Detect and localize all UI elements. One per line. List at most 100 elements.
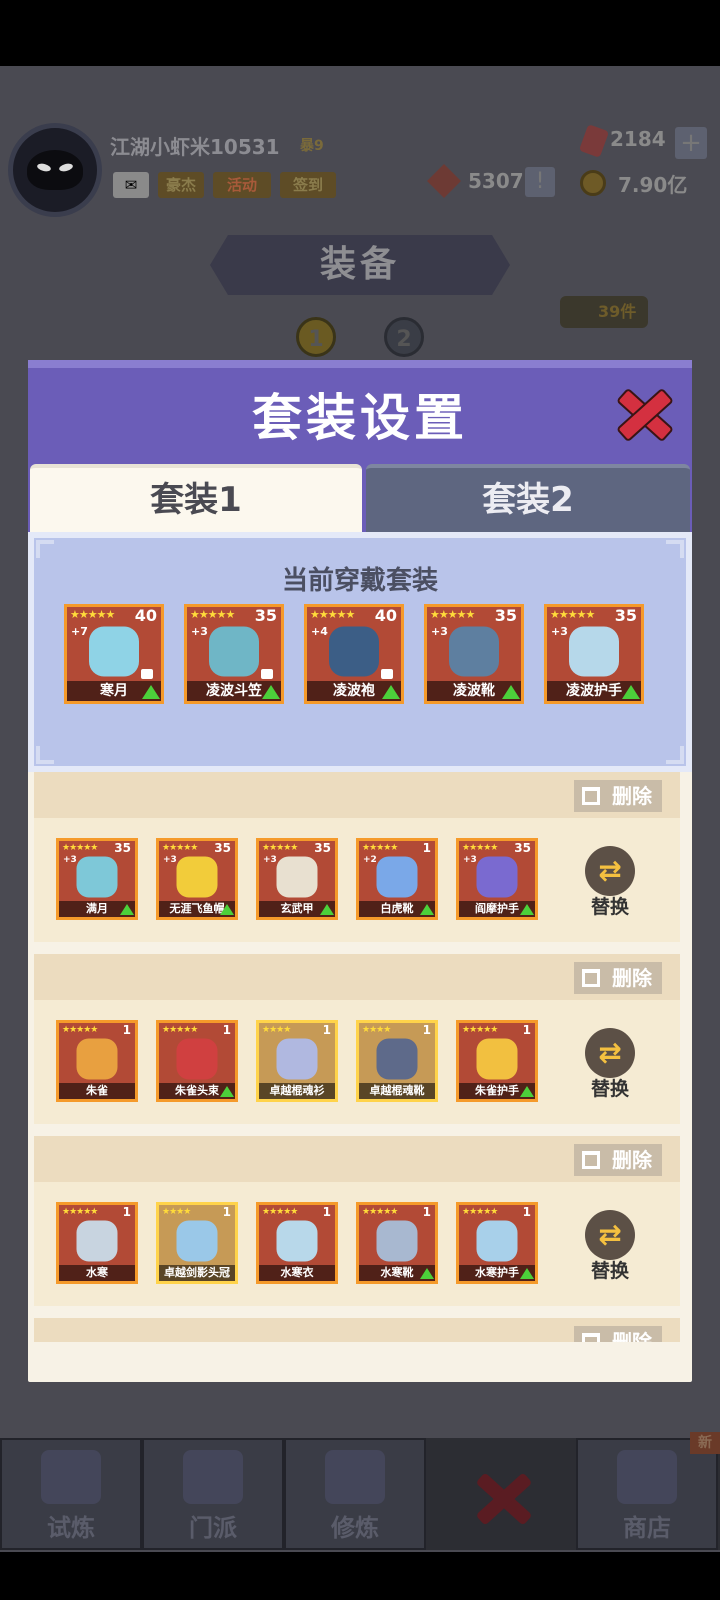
item-count-badge[interactable]: 39件 <box>560 296 648 328</box>
saved-set-row: 删除 <box>34 1318 680 1342</box>
equipment-slot[interactable]: ★★★★★ 40 +7 寒月 <box>64 604 164 704</box>
swap-arrows-icon: ⇄ <box>585 1028 635 1078</box>
current-set-panel: 当前穿戴套装 ★★★★★ 40 +7 寒月 ★★★★★ 35 +3 凌波斗笠 ★★★★★ 40 +4… <box>28 532 692 772</box>
add-gems-button[interactable]: + <box>675 127 707 159</box>
item-level: 1 <box>522 1205 531 1219</box>
item-name: 朱雀 <box>59 1083 135 1099</box>
player-avatar[interactable] <box>8 123 102 217</box>
modal-header: 套装设置 <box>28 360 692 460</box>
mail-button[interactable]: ✉ <box>113 172 149 198</box>
saved-set-header: 删除 <box>34 954 680 1000</box>
equipment-slot[interactable]: ★★★★★ 35 +3 玄武甲 <box>256 838 338 920</box>
player-name: 江湖小虾米10531 <box>110 135 280 159</box>
equipment-slot[interactable]: ★★★★★ 1 水寒靴 <box>356 1202 438 1284</box>
item-level: 1 <box>522 1023 531 1037</box>
hero-button[interactable]: 豪杰 <box>158 172 204 198</box>
equipment-icon <box>569 626 619 677</box>
lock-icon <box>141 669 153 679</box>
equipment-icon <box>476 1220 518 1262</box>
item-name: 水寒衣 <box>259 1265 335 1281</box>
nav-label: 修炼 <box>331 1514 379 1542</box>
item-level: 35 <box>254 606 277 625</box>
set-page-2-button[interactable]: 2 <box>384 317 424 357</box>
trash-icon <box>582 969 600 987</box>
delete-label: 删除 <box>612 1330 652 1342</box>
equipment-slot[interactable]: ★★★★★ 35 +3 凌波护手 <box>544 604 644 704</box>
gold-count: 7.90亿 <box>618 173 688 197</box>
swap-arrows-icon: ⇄ <box>585 846 635 896</box>
swap-button[interactable]: ⇄ 替换 <box>582 1210 638 1290</box>
set-page-1-button[interactable]: 1 <box>296 317 336 357</box>
nav-close-icon[interactable] <box>472 1466 536 1530</box>
nav-sect[interactable]: 门派 <box>142 1438 284 1550</box>
equipment-icon <box>76 856 118 898</box>
equipment-slot[interactable]: ★★★★★ 1 朱雀护手 <box>456 1020 538 1102</box>
swap-button[interactable]: ⇄ 替换 <box>582 846 638 926</box>
envelope-icon: ✉ <box>124 176 138 194</box>
equipment-icon <box>376 1220 418 1262</box>
star-rating: ★★★★★ <box>362 1207 398 1217</box>
saved-set-row: 删除 ★★★★★ 35 +3 满月 ★★★★★ 35 +3 无涯飞鱼帽 ★★★★★ 35 +3 玄武甲 ★… <box>34 772 680 942</box>
delete-button[interactable]: 删除 <box>574 780 662 812</box>
equipment-slot[interactable]: ★★★★ 1 卓越棍魂衫 <box>256 1020 338 1102</box>
equipment-icon <box>376 856 418 898</box>
star-rating: ★★★★★ <box>550 608 595 621</box>
star-rating: ★★★★★ <box>62 843 98 853</box>
set-config-modal: 套装设置 套装1 套装2 当前穿戴套装 ★★★★★ 40 +7 寒月 ★★★★★ 35 +3… <box>28 360 692 1382</box>
equipment-slot[interactable]: ★★★★ 1 卓越剑影头冠 <box>156 1202 238 1284</box>
nav-shop[interactable]: 商店 <box>576 1438 718 1550</box>
star-rating: ★★★★ <box>362 1025 391 1035</box>
nav-cultivate[interactable]: 修炼 <box>284 1438 426 1550</box>
saved-set-row: 删除 ★★★★★ 1 朱雀 ★★★★★ 1 朱雀头束 ★★★★ 1 卓越棍魂衫 ★★★★ 1 卓越棍魂靴… <box>34 954 680 1124</box>
star-rating: ★★★★★ <box>462 843 498 853</box>
status-bar <box>0 0 720 66</box>
star-rating: ★★★★★ <box>190 608 235 621</box>
delete-button[interactable]: 删除 <box>574 1326 662 1342</box>
equipment-slot[interactable]: ★★★★ 1 卓越棍魂靴 <box>356 1020 438 1102</box>
saved-sets-list[interactable]: 删除 ★★★★★ 35 +3 满月 ★★★★★ 35 +3 无涯飞鱼帽 ★★★★★ 35 +3 玄武甲 ★… <box>34 772 686 1342</box>
delete-button[interactable]: 删除 <box>574 962 662 994</box>
delete-button[interactable]: 删除 <box>574 1144 662 1176</box>
upgrade-arrow-icon <box>420 904 434 915</box>
close-icon[interactable] <box>610 382 674 442</box>
equipment-slot[interactable]: ★★★★★ 35 +3 凌波斗笠 <box>184 604 284 704</box>
equipment-slot[interactable]: ★★★★★ 1 水寒 <box>56 1202 138 1284</box>
equipment-icon <box>329 626 379 677</box>
equipment-slot[interactable]: ★★★★★ 1 水寒衣 <box>256 1202 338 1284</box>
upgrade-arrow-icon <box>220 904 234 915</box>
current-set-title: 当前穿戴套装 <box>281 566 438 596</box>
enhance-level: +2 <box>363 855 377 865</box>
equipment-slot[interactable]: ★★★★★ 1 朱雀头束 <box>156 1020 238 1102</box>
equipment-slot[interactable]: ★★★★★ 1 朱雀 <box>56 1020 138 1102</box>
ninja-icon <box>41 1450 101 1504</box>
equipment-slot[interactable]: ★★★★★ 35 +3 无涯飞鱼帽 <box>156 838 238 920</box>
activity-button[interactable]: 活动 <box>213 172 271 198</box>
equipment-slot[interactable]: ★★★★★ 1 水寒护手 <box>456 1202 538 1284</box>
tab-set-1[interactable]: 套装1 <box>30 464 362 532</box>
equipment-icon <box>476 856 518 898</box>
vip-level: 暴9 <box>300 138 324 154</box>
token-info-button[interactable]: ! <box>525 167 555 197</box>
equipment-slot[interactable]: ★★★★★ 35 +3 满月 <box>56 838 138 920</box>
equipment-slot[interactable]: ★★★★★ 35 +3 阎摩护手 <box>456 838 538 920</box>
upgrade-arrow-icon <box>520 904 534 915</box>
equipment-icon <box>449 626 499 677</box>
player-hud: 江湖小虾米10531 暴9 ✉ 豪杰 活动 签到 2184 + 5307 ! 7… <box>0 115 720 217</box>
nav-trial[interactable]: 试炼 <box>0 1438 142 1550</box>
enhance-level: +3 <box>163 855 177 865</box>
equipment-slot[interactable]: ★★★★★ 1 +2 白虎靴 <box>356 838 438 920</box>
tab-set-2[interactable]: 套装2 <box>366 464 690 532</box>
game-screen: 江湖小虾米10531 暴9 ✉ 豪杰 活动 签到 2184 + 5307 ! 7… <box>0 0 720 1600</box>
item-level: 40 <box>374 606 397 625</box>
equipment-slot[interactable]: ★★★★★ 40 +4 凌波袍 <box>304 604 404 704</box>
enhance-level: +3 <box>63 855 77 865</box>
item-level: 35 <box>614 606 637 625</box>
ninja-face-icon <box>27 150 83 190</box>
set-tabs: 套装1 套装2 <box>28 460 692 532</box>
swap-button[interactable]: ⇄ 替换 <box>582 1028 638 1108</box>
swap-label: 替换 <box>590 1078 629 1100</box>
equipment-icon <box>89 626 139 677</box>
signin-button[interactable]: 签到 <box>280 172 336 198</box>
equipment-slot[interactable]: ★★★★★ 35 +3 凌波靴 <box>424 604 524 704</box>
item-level: 1 <box>322 1205 331 1219</box>
